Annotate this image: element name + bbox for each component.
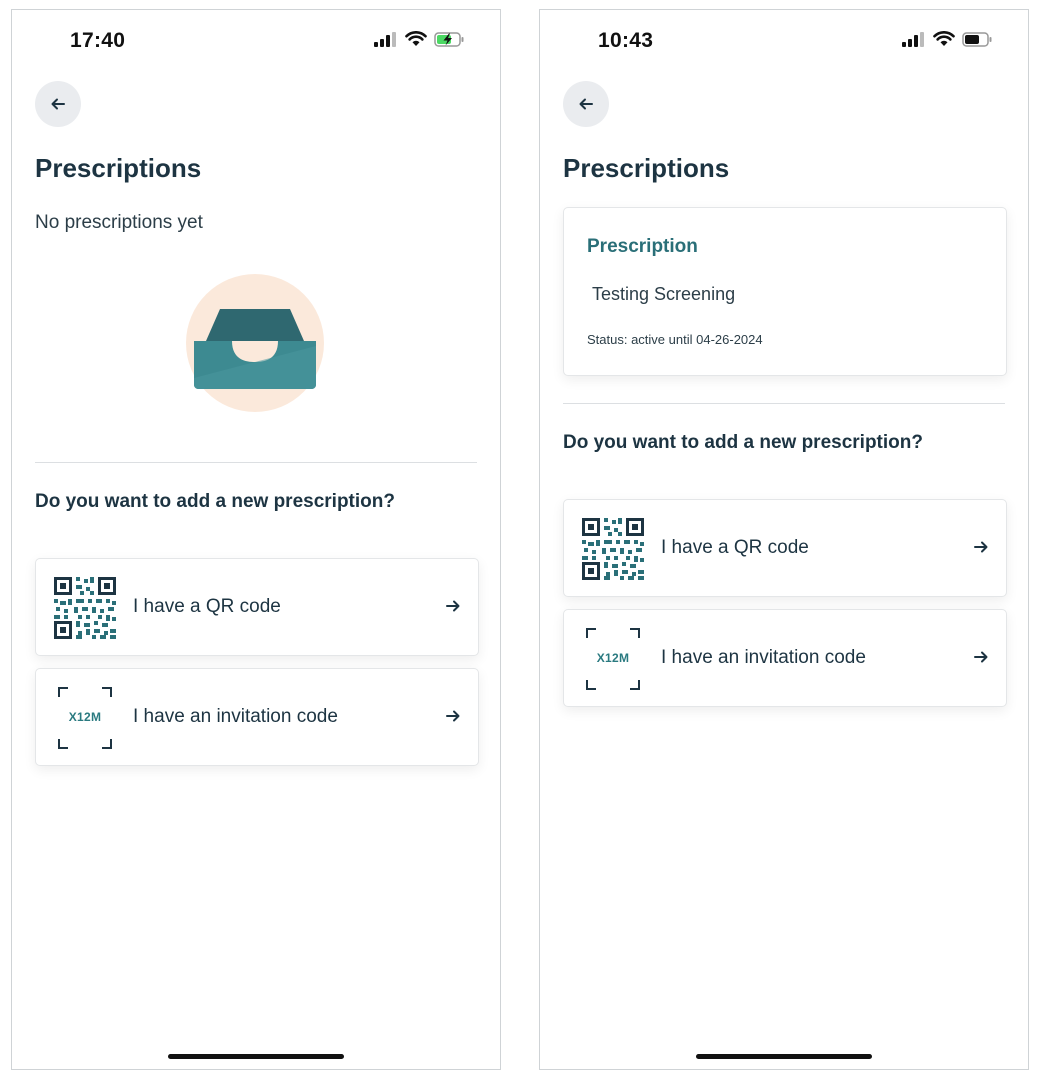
home-indicator[interactable]	[696, 1054, 872, 1059]
home-indicator[interactable]	[168, 1054, 344, 1059]
cellular-signal-icon	[374, 31, 396, 47]
add-prescription-question: Do you want to add a new prescription?	[35, 491, 395, 512]
arrow-right-icon	[974, 541, 988, 553]
invitation-code-option-label: I have an invitation code	[133, 706, 338, 727]
wifi-icon	[405, 31, 427, 46]
invitation-code-option[interactable]: X12M I have an invitation code	[563, 609, 1007, 707]
prescription-status: Status: active until 04-26-2024	[587, 332, 763, 347]
qr-code-option[interactable]: I have a QR code	[35, 558, 479, 656]
divider	[35, 462, 477, 463]
empty-inbox-tray-icon	[186, 274, 324, 412]
invitation-code-icon-text: X12M	[68, 710, 102, 724]
prescription-name: Testing Screening	[592, 284, 736, 304]
battery-charging-icon	[434, 31, 464, 47]
invitation-code-icon-text: X12M	[596, 651, 630, 665]
arrow-right-icon	[974, 651, 988, 663]
qr-code-option-label: I have a QR code	[661, 537, 809, 558]
arrow-right-icon	[446, 710, 460, 722]
qr-code-option-label: I have a QR code	[133, 596, 281, 617]
invitation-code-icon: X12M	[54, 685, 116, 751]
phone-screen-empty: 17:40 Prescriptions No prescriptions yet…	[11, 9, 501, 1070]
phone-screen-with-prescription: 10:43 Prescriptions Prescription Testing…	[539, 9, 1029, 1070]
page-title: Prescriptions	[563, 153, 730, 183]
status-time: 10:43	[598, 29, 654, 52]
cellular-signal-icon	[902, 31, 924, 47]
arrow-left-icon	[579, 98, 593, 110]
add-prescription-question: Do you want to add a new prescription?	[563, 432, 923, 453]
qr-code-icon	[582, 518, 644, 580]
wifi-icon	[933, 31, 955, 46]
arrow-left-icon	[51, 98, 65, 110]
invitation-code-option-label: I have an invitation code	[661, 647, 866, 668]
qr-code-icon	[54, 577, 116, 639]
divider	[563, 403, 1005, 404]
status-bar: 10:43	[540, 10, 1028, 70]
prescription-card[interactable]: Prescription Testing Screening Status: a…	[563, 207, 1007, 376]
back-button[interactable]	[563, 81, 609, 127]
qr-code-option[interactable]: I have a QR code	[563, 499, 1007, 597]
status-time: 17:40	[70, 29, 126, 52]
empty-state-text: No prescriptions yet	[35, 212, 203, 233]
battery-icon	[962, 31, 992, 47]
invitation-code-option[interactable]: X12M I have an invitation code	[35, 668, 479, 766]
page-title: Prescriptions	[35, 153, 202, 183]
prescription-card-heading: Prescription	[587, 236, 698, 257]
back-button[interactable]	[35, 81, 81, 127]
status-icons	[902, 31, 992, 47]
status-icons	[374, 31, 464, 47]
status-bar: 17:40	[12, 10, 500, 70]
invitation-code-icon: X12M	[582, 626, 644, 692]
arrow-right-icon	[446, 600, 460, 612]
